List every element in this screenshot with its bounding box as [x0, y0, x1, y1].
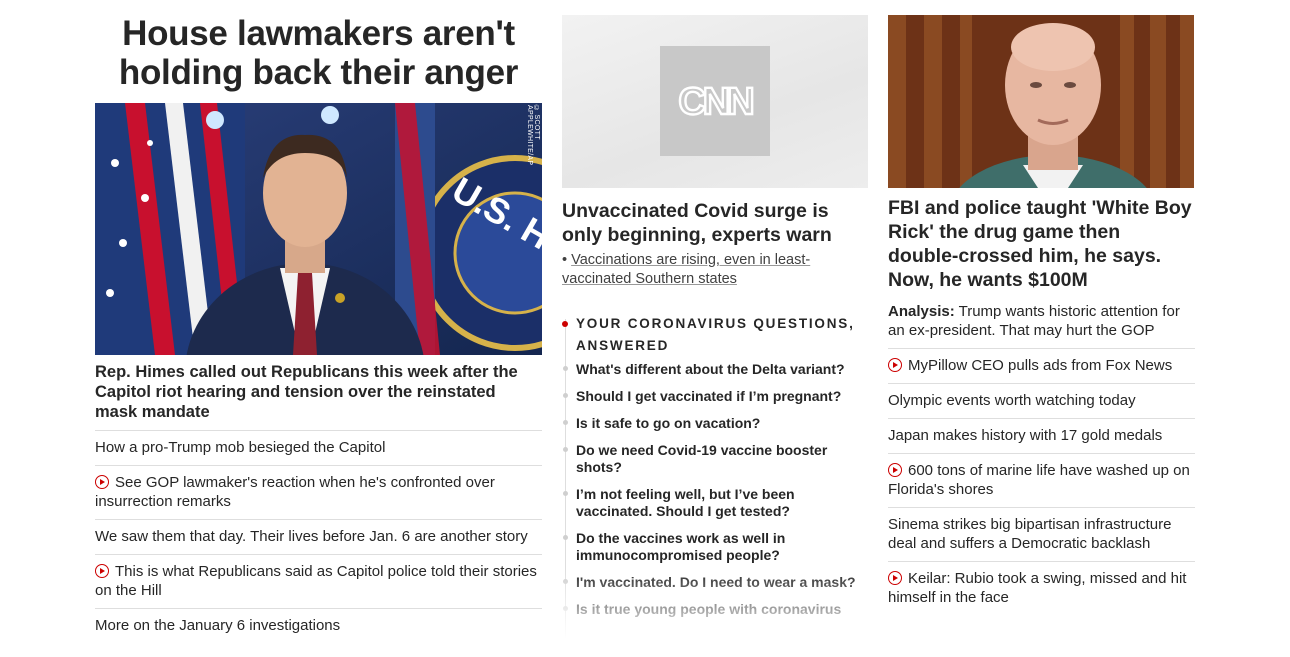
qa-item: I’m not feeling well, but I’ve been vacc… [563, 486, 868, 520]
related-links-list: How a pro-Trump mob besieged the Capitol… [95, 430, 542, 643]
qa-title: YOUR CORONAVIRUS QUESTIONS, ANSWERED [562, 313, 868, 357]
list-item: We saw them that day. Their lives before… [95, 519, 542, 554]
list-item: Analysis: Trump wants historic attention… [888, 302, 1195, 348]
play-icon [95, 475, 109, 489]
headline-text: Keilar: Rubio took a swing, missed and h… [888, 570, 1187, 606]
related-link-text: See GOP lawmaker's reaction when he's co… [95, 474, 495, 510]
cnn-logo-icon: CNN [677, 81, 756, 121]
related-link[interactable]: More on the January 6 investigations [95, 609, 542, 643]
coronavirus-qa-module: YOUR CORONAVIRUS QUESTIONS, ANSWERED Wha… [562, 313, 868, 639]
list-item: Sinema strikes big bipartisan infrastruc… [888, 507, 1195, 561]
cnn-logo-tile: CNN [660, 46, 770, 156]
qa-question-link[interactable]: Do the vaccines work as well in immunoco… [576, 530, 868, 564]
list-item: 600 tons of marine life have washed up o… [888, 453, 1195, 507]
headline-link[interactable]: Sinema strikes big bipartisan infrastruc… [888, 508, 1195, 561]
related-video-link[interactable]: See GOP lawmaker's reaction when he's co… [95, 466, 542, 519]
qa-item: Is it true young people with coronavirus [563, 601, 868, 618]
qa-question-link[interactable]: Should I get vaccinated if I’m pregnant? [576, 388, 868, 405]
qa-item: Do the vaccines work as well in immunoco… [563, 530, 868, 564]
list-item: This is what Republicans said as Capitol… [95, 554, 542, 608]
rick-card-title[interactable]: FBI and police taught 'White Boy Rick' t… [888, 196, 1195, 302]
headline-text: MyPillow CEO pulls ads from Fox News [908, 357, 1173, 374]
lead-card-title[interactable]: Rep. Himes called out Republicans this w… [95, 362, 542, 430]
qa-item: What's different about the Delta variant… [563, 361, 868, 378]
qa-item: Should I get vaccinated if I’m pregnant? [563, 388, 868, 405]
qa-question-link[interactable]: What's different about the Delta variant… [576, 361, 868, 378]
covid-story-column: CNN Unvaccinated Covid surge is only beg… [562, 0, 868, 639]
qa-list: What's different about the Delta variant… [563, 361, 868, 618]
sub-bullet: • Vaccinations are rising, even in least… [562, 252, 811, 287]
list-item: Keilar: Rubio took a swing, missed and h… [888, 561, 1195, 615]
headline-list: Analysis: Trump wants historic attention… [888, 302, 1195, 615]
qa-item: I'm vaccinated. Do I need to wear a mask… [563, 574, 868, 591]
related-link-text: This is what Republicans said as Capitol… [95, 563, 537, 599]
list-item: How a pro-Trump mob besieged the Capitol [95, 430, 542, 465]
headline-text: Olympic events worth watching today [888, 392, 1136, 409]
headline-text: 600 tons of marine life have washed up o… [888, 462, 1190, 498]
related-link-text: We saw them that day. Their lives before… [95, 528, 528, 545]
headline-video-link[interactable]: MyPillow CEO pulls ads from Fox News [888, 349, 1195, 383]
hero-photo: U.S. HO [95, 103, 542, 355]
qa-question-link[interactable]: I'm vaccinated. Do I need to wear a mask… [576, 574, 868, 591]
qa-question-link[interactable]: Is it true young people with coronavirus [576, 601, 868, 618]
image-credit: © SCOTT APPLEWHITE/AP [526, 105, 540, 166]
related-link-text: More on the January 6 investigations [95, 617, 341, 634]
cnn-logo-text: CNN [678, 81, 752, 121]
related-link-text: How a pro-Trump mob besieged the Capitol [95, 439, 386, 456]
headline-video-link[interactable]: Keilar: Rubio took a swing, missed and h… [888, 562, 1195, 615]
list-item: Olympic events worth watching today [888, 383, 1195, 418]
headline-video-link[interactable]: 600 tons of marine life have washed up o… [888, 454, 1195, 507]
lead-headline[interactable]: House lawmakers aren't holding back thei… [95, 14, 542, 92]
analysis-link[interactable]: Analysis: Trump wants historic attention… [888, 302, 1195, 348]
headline-text: Sinema strikes big bipartisan infrastruc… [888, 516, 1172, 552]
hero-image-himes[interactable]: U.S. HO © SCOTT APPLEWHITE/AP [95, 103, 542, 355]
list-item: MyPillow CEO pulls ads from Fox News [888, 348, 1195, 383]
lead-story-column: House lawmakers aren't holding back thei… [95, 0, 542, 643]
rick-photo [888, 15, 1194, 188]
qa-question-link[interactable]: I’m not feeling well, but I’ve been vacc… [576, 486, 868, 520]
list-item: More on the January 6 investigations [95, 608, 542, 643]
play-icon [888, 571, 902, 585]
qa-question-link[interactable]: Is it safe to go on vacation? [576, 415, 868, 432]
list-item: Japan makes history with 17 gold medals [888, 418, 1195, 453]
play-icon [888, 463, 902, 477]
list-item: See GOP lawmaker's reaction when he's co… [95, 465, 542, 519]
qa-item: Is it safe to go on vacation? [563, 415, 868, 432]
qa-item: Do we need Covid-19 vaccine booster shot… [563, 442, 868, 476]
play-icon [888, 358, 902, 372]
headline-link[interactable]: Japan makes history with 17 gold medals [888, 419, 1195, 453]
related-video-link[interactable]: This is what Republicans said as Capitol… [95, 555, 542, 608]
headline-text: Japan makes history with 17 gold medals [888, 427, 1163, 444]
sub-bullet-link[interactable]: Vaccinations are rising, even in least-v… [562, 252, 810, 287]
covid-card-title[interactable]: Unvaccinated Covid surge is only beginni… [562, 199, 868, 247]
cnn-placeholder-thumbnail[interactable]: CNN [562, 15, 868, 188]
rick-story-column: FBI and police taught 'White Boy Rick' t… [888, 0, 1195, 615]
play-icon [95, 564, 109, 578]
related-link[interactable]: How a pro-Trump mob besieged the Capitol [95, 431, 542, 465]
headline-link[interactable]: Olympic events worth watching today [888, 384, 1195, 418]
related-link[interactable]: We saw them that day. Their lives before… [95, 520, 542, 554]
lead-headline-link[interactable]: House lawmakers aren't holding back thei… [119, 14, 519, 92]
analysis-label: Analysis: [888, 303, 955, 320]
white-boy-rick-thumbnail[interactable] [888, 15, 1194, 188]
qa-question-link[interactable]: Do we need Covid-19 vaccine booster shot… [576, 442, 868, 476]
